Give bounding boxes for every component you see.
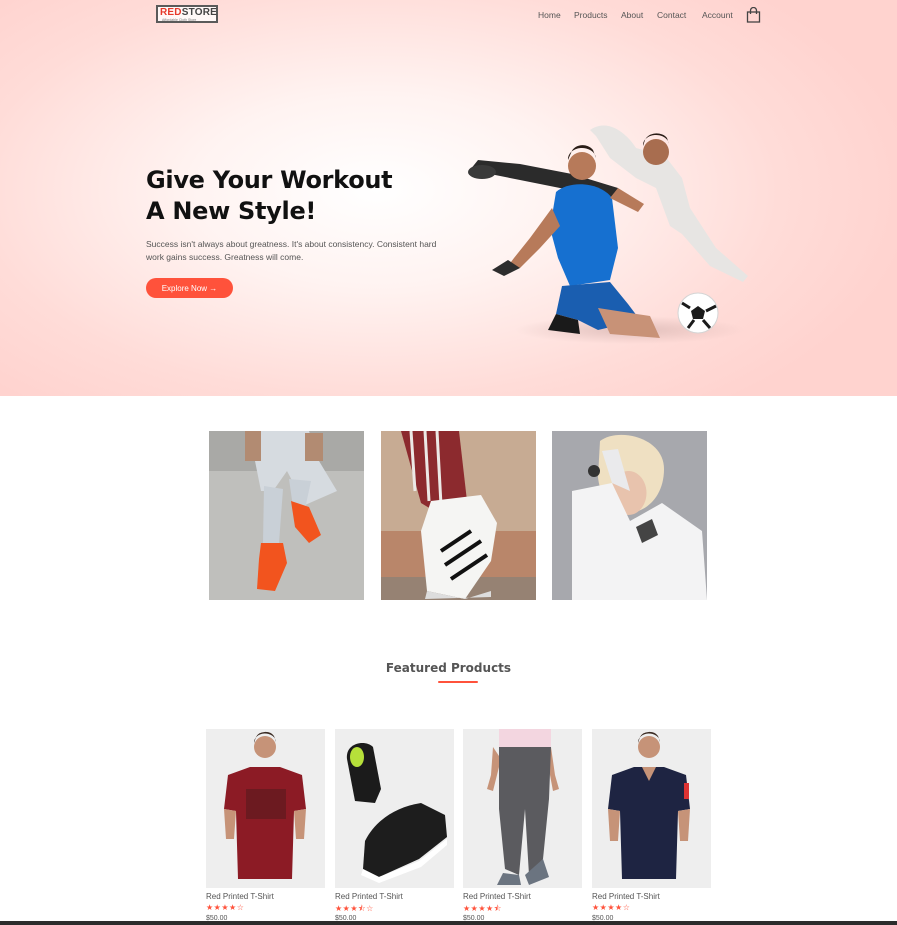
category-image-hoodie[interactable] bbox=[552, 431, 707, 600]
hero-title-line1: Give Your Workout bbox=[146, 166, 393, 194]
logo-text: REDSTORE bbox=[160, 7, 217, 18]
product-name[interactable]: Red Printed T-Shirt bbox=[463, 892, 531, 901]
nav-contact[interactable]: Contact bbox=[657, 10, 686, 20]
football-players-image bbox=[468, 125, 748, 344]
featured-underline bbox=[438, 681, 478, 683]
hero-subtitle: Success isn't always about greatness. It… bbox=[146, 239, 437, 262]
shopping-bag-icon[interactable] bbox=[746, 7, 761, 23]
product-rating: ★★★★☆ bbox=[206, 903, 245, 912]
nav-account[interactable]: Account bbox=[702, 10, 733, 20]
product-name[interactable]: Red Printed T-Shirt bbox=[592, 892, 660, 901]
category-image-sneakers[interactable] bbox=[209, 431, 364, 600]
hero-title: Give Your Workout A New Style! bbox=[146, 165, 446, 227]
product-image-grey-joggers[interactable] bbox=[463, 729, 582, 888]
product-name[interactable]: Red Printed T-Shirt bbox=[206, 892, 274, 901]
navbar: REDSTORE Affordable Cloth Store Home Pro… bbox=[0, 0, 897, 32]
product-image-black-sneakers[interactable] bbox=[335, 729, 454, 888]
explore-now-button[interactable]: Explore Now → bbox=[146, 278, 233, 298]
product-name[interactable]: Red Printed T-Shirt bbox=[335, 892, 403, 901]
category-image-track-pants[interactable] bbox=[381, 431, 536, 600]
nav-home[interactable]: Home bbox=[538, 10, 561, 20]
logo[interactable]: REDSTORE Affordable Cloth Store bbox=[156, 5, 218, 23]
logo-tagline: Affordable Cloth Store bbox=[162, 18, 197, 22]
nav-about[interactable]: About bbox=[621, 10, 643, 20]
hero-section: REDSTORE Affordable Cloth Store Home Pro… bbox=[0, 0, 897, 396]
product-rating: ★★★★☆ bbox=[592, 903, 631, 912]
hero-title-line2: A New Style! bbox=[146, 197, 317, 225]
product-image-navy-polo[interactable] bbox=[592, 729, 711, 888]
featured-title: Featured Products bbox=[385, 661, 512, 675]
window-bottom-edge bbox=[0, 921, 897, 925]
product-image-maroon-tshirt[interactable] bbox=[206, 729, 325, 888]
nav-products[interactable]: Products bbox=[574, 10, 608, 20]
